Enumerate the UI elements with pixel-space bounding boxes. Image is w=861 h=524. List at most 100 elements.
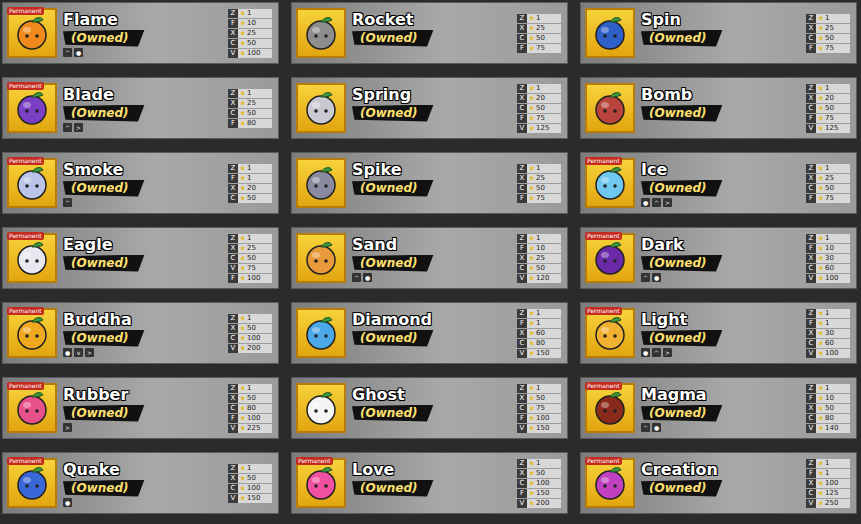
mastery-value: 1 bbox=[238, 234, 272, 243]
mastery-value: 100 bbox=[238, 414, 272, 423]
move-stat: V 125 bbox=[517, 124, 561, 133]
fruit-icon bbox=[12, 238, 52, 278]
owned-label: (Owned) bbox=[641, 105, 723, 122]
fruit-card[interactable]: Spike (Owned) Z 1X 25C 50F 75 bbox=[291, 152, 568, 214]
permanent-badge: Permanent bbox=[7, 307, 44, 315]
move-key: F bbox=[806, 469, 816, 478]
fruit-card[interactable]: Permanent Love (Owned) Z 1X 50C 100F 150… bbox=[291, 452, 568, 514]
fruit-card[interactable]: Permanent Rubber (Owned) > Z 1X 50C 80F … bbox=[2, 377, 279, 439]
fruit-card[interactable]: Permanent Buddha (Owned) ●v> Z 1X 50C 10… bbox=[2, 302, 279, 364]
mastery-value: 1 bbox=[816, 84, 850, 93]
permanent-badge: Permanent bbox=[7, 232, 44, 240]
fruit-card[interactable]: Permanent Blade (Owned) ^> Z 1X 25C 50F … bbox=[2, 77, 279, 139]
mastery-value: 25 bbox=[816, 24, 850, 33]
fruit-card[interactable]: Permanent Quake (Owned) ● Z 1X 50C 100V … bbox=[2, 452, 279, 514]
mastery-value: 100 bbox=[238, 49, 272, 58]
move-stats: Z 1X 25C 50F 75 bbox=[806, 14, 850, 53]
mastery-value: 1 bbox=[816, 14, 850, 23]
move-stats: Z 1X 20C 50F 75V 125 bbox=[517, 84, 561, 133]
move-stat: F 75 bbox=[517, 114, 561, 123]
ability-tag-icon: ^ bbox=[63, 48, 72, 57]
mastery-value: 140 bbox=[816, 424, 850, 433]
fruit-card[interactable]: Sand (Owned) ^● Z 1F 10X 25C 50V 120 bbox=[291, 227, 568, 289]
star-icon bbox=[818, 46, 823, 51]
fruit-icon bbox=[301, 313, 341, 353]
star-icon bbox=[529, 416, 534, 421]
star-icon bbox=[240, 176, 245, 181]
mastery-value: 1 bbox=[816, 309, 850, 318]
move-stat: X 50 bbox=[517, 469, 561, 478]
move-stat: F 150 bbox=[517, 489, 561, 498]
fruit-card[interactable]: Permanent Smoke (Owned) ^ Z 1F 1X 20C 50 bbox=[2, 152, 279, 214]
mastery-value: 50 bbox=[816, 404, 850, 413]
move-key: X bbox=[806, 404, 816, 413]
fruit-card[interactable]: Bomb (Owned) Z 1X 20C 50F 75V 125 bbox=[580, 77, 857, 139]
fruit-card[interactable]: Diamond (Owned) Z 1F 1X 60C 80V 150 bbox=[291, 302, 568, 364]
move-stat: X 60 bbox=[517, 329, 561, 338]
star-icon bbox=[240, 466, 245, 471]
star-icon bbox=[529, 236, 534, 241]
move-stats: Z 1X 25C 50V 75F 100 bbox=[228, 234, 272, 283]
fruit-card[interactable]: Spring (Owned) Z 1X 20C 50F 75V 125 bbox=[291, 77, 568, 139]
move-stat: C 50 bbox=[228, 194, 272, 203]
move-stat: X 50 bbox=[806, 404, 850, 413]
mastery-value: 75 bbox=[527, 114, 561, 123]
move-key: Z bbox=[517, 164, 527, 173]
move-key: X bbox=[517, 469, 527, 478]
star-icon bbox=[529, 426, 534, 431]
fruit-card[interactable]: Permanent Creation (Owned) Z 1F 1X 100C … bbox=[580, 452, 857, 514]
fruit-icon-box: Permanent bbox=[7, 83, 57, 133]
fruit-card[interactable]: Permanent Eagle (Owned) Z 1X 25C 50V 75F… bbox=[2, 227, 279, 289]
fruit-card[interactable]: Permanent Magma (Owned) ^● Z 1F 10X 50C … bbox=[580, 377, 857, 439]
mastery-value: 1 bbox=[527, 384, 561, 393]
move-stat: V 125 bbox=[806, 124, 850, 133]
fruit-icon-box: Permanent bbox=[7, 8, 57, 58]
fruit-card[interactable]: Permanent Flame (Owned) ^● Z 1F 10X 25C … bbox=[2, 2, 279, 64]
move-key: Z bbox=[517, 384, 527, 393]
fruit-icon-box: Permanent bbox=[7, 308, 57, 358]
fruit-name: Spring bbox=[352, 85, 411, 104]
move-stat: V 100 bbox=[228, 49, 272, 58]
move-key: V bbox=[806, 424, 816, 433]
fruit-card[interactable]: Ghost (Owned) Z 1X 50C 75F 100V 150 bbox=[291, 377, 568, 439]
move-key: C bbox=[228, 404, 238, 413]
fruit-card[interactable]: Permanent Dark (Owned) ^● Z 1F 10X 30C 6… bbox=[580, 227, 857, 289]
move-stat: F 75 bbox=[806, 44, 850, 53]
move-key: F bbox=[517, 244, 527, 253]
move-stat: Z 1 bbox=[228, 314, 272, 323]
move-key: C bbox=[228, 109, 238, 118]
fruit-name: Sand bbox=[352, 235, 397, 254]
move-stat: X 50 bbox=[228, 474, 272, 483]
owned-label: (Owned) bbox=[352, 480, 434, 497]
fruit-icon bbox=[590, 388, 630, 428]
fruit-card[interactable]: Permanent Ice (Owned) ●^> Z 1X 25C 50F 7… bbox=[580, 152, 857, 214]
ability-tag-icon: ● bbox=[652, 273, 661, 282]
mastery-value: 50 bbox=[527, 104, 561, 113]
move-key: X bbox=[228, 244, 238, 253]
move-key: C bbox=[228, 484, 238, 493]
move-key: V bbox=[806, 274, 816, 283]
mastery-value: 1 bbox=[238, 89, 272, 98]
move-stat: X 50 bbox=[517, 394, 561, 403]
move-key: Z bbox=[228, 9, 238, 18]
move-stat: X 20 bbox=[228, 184, 272, 193]
star-icon bbox=[529, 186, 534, 191]
star-icon bbox=[818, 26, 823, 31]
move-key: Z bbox=[517, 84, 527, 93]
move-stat: Z 1 bbox=[517, 234, 561, 243]
fruit-icon bbox=[590, 163, 630, 203]
move-stat: C 80 bbox=[517, 339, 561, 348]
mastery-value: 25 bbox=[238, 29, 272, 38]
mastery-value: 50 bbox=[816, 184, 850, 193]
owned-label: (Owned) bbox=[641, 480, 723, 497]
fruit-card[interactable]: Rocket (Owned) Z 1X 25C 50F 75 bbox=[291, 2, 568, 64]
star-icon bbox=[818, 461, 823, 466]
ability-tag-icon: ^ bbox=[652, 348, 661, 357]
move-stat: X 100 bbox=[806, 479, 850, 488]
ability-tags: ^● bbox=[641, 273, 661, 282]
move-stat: F 75 bbox=[806, 114, 850, 123]
fruit-card[interactable]: Spin (Owned) Z 1X 25C 50F 75 bbox=[580, 2, 857, 64]
permanent-badge: Permanent bbox=[7, 82, 44, 90]
fruit-card[interactable]: Permanent Light (Owned) ●^> Z 1F 1X 30C … bbox=[580, 302, 857, 364]
move-key: V bbox=[806, 349, 816, 358]
